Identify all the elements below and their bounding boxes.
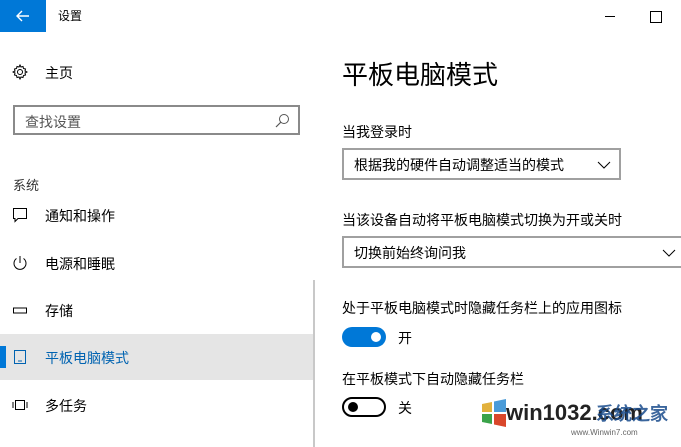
auto-hide-toggle[interactable] [342,397,386,417]
signin-mode-value: 根据我的硬件自动调整适当的模式 [354,158,564,174]
sidebar-item-label: 通知和操作 [45,209,115,225]
page-title: 平板电脑模式 [342,61,499,91]
auto-switch-label: 当该设备自动将平板电脑模式切换为开或关时 [342,213,622,229]
selection-indicator [0,346,6,368]
title-bar: 设置 [0,0,681,32]
watermark: win1032.com 系统之家 www.Winwin7.com [476,394,681,447]
sidebar-home-label: 主页 [45,66,73,82]
storage-icon [13,307,27,314]
watermark-sub-text: www.Winwin7.com [571,428,638,437]
maximize-button[interactable] [645,6,665,26]
sidebar-home[interactable]: 主页 [0,56,315,88]
toggle-knob [348,402,358,412]
search-placeholder: 查找设置 [25,115,81,131]
multitasking-icon [12,400,28,410]
hide-icons-toggle[interactable] [342,327,386,347]
gear-icon [12,64,28,80]
sidebar: 主页 查找设置 系统 通知和操作 电源和睡眠 存储 平板电脑模式 多任务 [0,32,315,447]
sidebar-item-power[interactable]: 电源和睡眠 [0,240,315,286]
minimize-button[interactable] [600,6,620,26]
sidebar-item-label: 多任务 [45,399,87,415]
auto-hide-state: 关 [398,401,412,417]
chevron-down-icon [597,161,611,169]
tablet-mode-icon [14,350,26,364]
sidebar-item-tablet-mode[interactable]: 平板电脑模式 [0,334,315,380]
sidebar-item-label: 电源和睡眠 [45,257,115,273]
power-icon [13,256,27,270]
sidebar-item-notifications[interactable]: 通知和操作 [0,192,315,238]
windows-logo-icon [482,399,506,427]
main-content: 平板电脑模式 当我登录时 根据我的硬件自动调整适当的模式 当该设备自动将平板电脑… [315,32,681,447]
chevron-down-icon [662,249,676,257]
sidebar-item-multitasking[interactable]: 多任务 [0,382,315,428]
search-icon [275,114,289,128]
auto-switch-value: 切换前始终询问我 [354,246,466,262]
watermark-cn-text: 系统之家 [596,404,668,425]
toggle-knob [371,332,381,342]
hide-icons-label: 处于平板电脑模式时隐藏任务栏上的应用图标 [342,301,622,317]
search-input[interactable]: 查找设置 [13,105,300,135]
back-button[interactable] [0,0,46,32]
sidebar-item-label: 存储 [45,304,73,320]
sidebar-item-storage[interactable]: 存储 [0,287,315,333]
sidebar-item-label: 平板电脑模式 [45,351,129,367]
signin-mode-dropdown[interactable]: 根据我的硬件自动调整适当的模式 [342,148,621,180]
auto-hide-label: 在平板模式下自动隐藏任务栏 [342,372,524,388]
window-title: 设置 [58,9,83,23]
signin-label: 当我登录时 [342,125,412,141]
hide-icons-state: 开 [398,331,412,347]
auto-switch-dropdown[interactable]: 切换前始终询问我 [342,236,681,268]
arrow-left-icon [16,10,29,22]
notification-icon [13,208,27,223]
